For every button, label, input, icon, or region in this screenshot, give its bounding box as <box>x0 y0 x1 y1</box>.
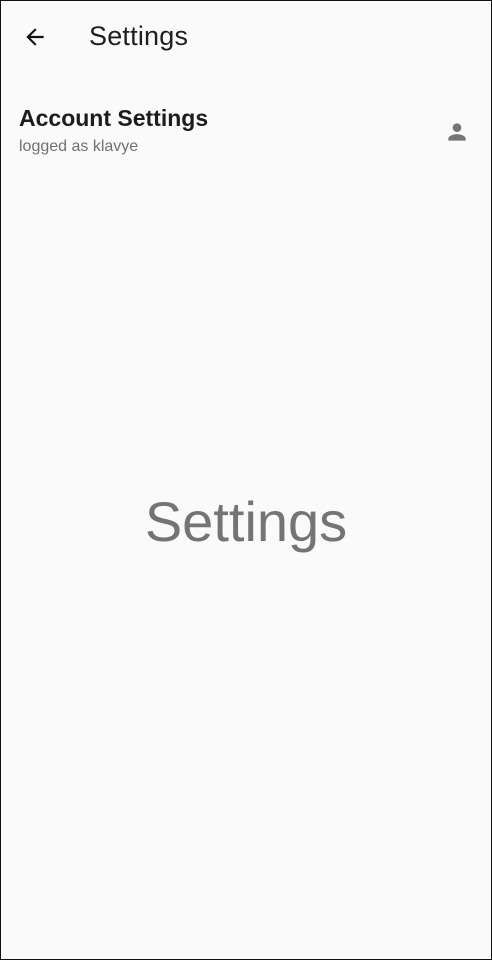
account-settings-subtitle: logged as klavye <box>19 138 139 155</box>
settings-placeholder-text: Settings <box>144 490 348 553</box>
arrow-back-icon <box>26 28 44 46</box>
back-button[interactable] <box>15 19 55 55</box>
app-bar: Settings <box>1 1 491 79</box>
account-settings-title: Account Settings <box>19 105 209 131</box>
account-settings-item[interactable]: Account Settings logged as klavye <box>1 97 491 167</box>
page-title: Settings <box>89 21 189 51</box>
settings-screen: Settings Account Settings logged as klav… <box>0 0 492 960</box>
person-icon <box>448 123 466 141</box>
